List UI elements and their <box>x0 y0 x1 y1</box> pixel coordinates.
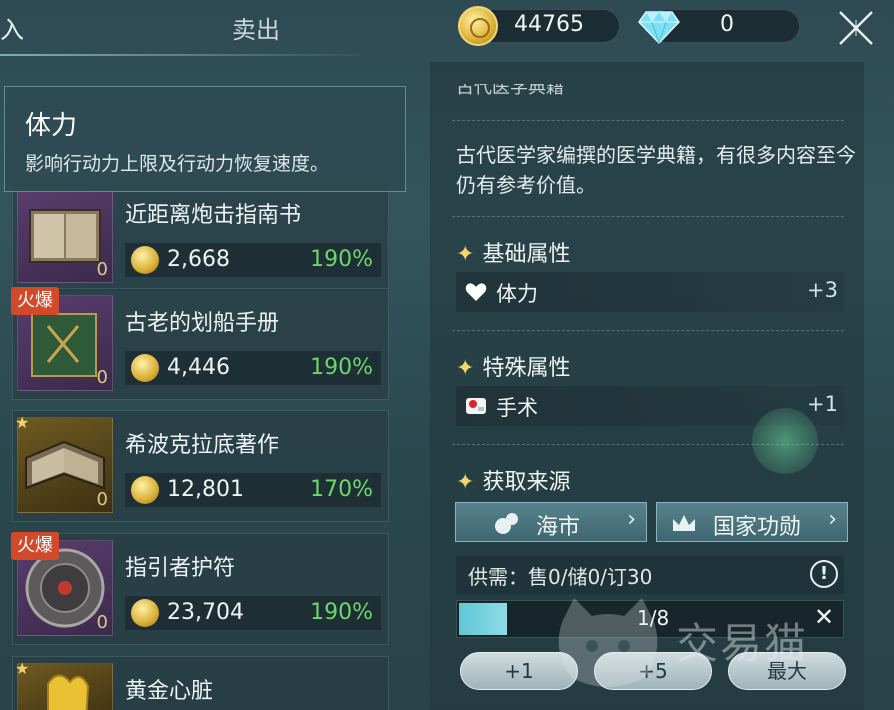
attr-value: +1 <box>807 392 838 416</box>
attr-value: +3 <box>807 278 838 302</box>
base-attr-row[interactable]: 体力 +3 <box>456 272 844 312</box>
gem-value: 0 <box>720 12 734 37</box>
coin-icon <box>131 476 159 504</box>
divider <box>452 216 844 217</box>
star-icon: ★ <box>15 659 30 678</box>
list-item[interactable]: ★ 黄金心脏 <box>12 656 389 710</box>
price-row: 2,668 190% <box>125 243 381 277</box>
source-label: 国家功勋 <box>713 515 802 540</box>
item-name: 黄金心脏 <box>125 679 214 704</box>
book-thumbnail: 0 <box>17 417 113 513</box>
tab-buy[interactable]: 入 <box>0 10 24 45</box>
coin-icon <box>131 599 159 627</box>
source-market-button[interactable]: 海市 › <box>455 502 647 542</box>
tooltip-description: 影响行动力上限及行动力恢复速度。 <box>25 153 330 175</box>
list-item[interactable]: 0 火爆 古老的划船手册 4,446 190% <box>11 287 389 400</box>
source-title: ✦ 获取来源 <box>456 470 571 495</box>
item-description: 古代医学家编撰的医学典籍，有很多内容至今仍有参考价值。 <box>456 143 856 197</box>
item-count: 0 <box>96 367 108 388</box>
attribute-tooltip: 体力 影响行动力上限及行动力恢复速度。 <box>4 86 406 192</box>
surgery-icon <box>466 398 486 414</box>
price-row: 12,801 170% <box>125 473 381 507</box>
star-icon: ★ <box>15 413 30 432</box>
list-item[interactable]: 0 近距离炮击指南书 2,668 190% <box>12 180 389 292</box>
supply-text: 供需：售0/储0/订30 <box>468 565 653 589</box>
item-percent: 190% <box>310 600 373 625</box>
close-icon[interactable] <box>836 8 876 48</box>
list-item[interactable]: 0 ★ 希波克拉底著作 12,801 170% <box>12 410 389 522</box>
price-row: 23,704 190% <box>125 596 381 630</box>
item-price: 4,446 <box>167 355 230 380</box>
coin-icon <box>458 6 498 46</box>
item-title-cut: 古代医学典籍 <box>456 84 564 98</box>
tab-sell[interactable]: 卖出 <box>232 10 280 45</box>
tab-underline <box>0 54 360 56</box>
diamond-icon <box>638 11 680 44</box>
item-name: 古老的划船手册 <box>125 311 280 336</box>
coin-icon <box>131 246 159 274</box>
crown-icon <box>673 515 695 531</box>
hot-badge: 火爆 <box>11 532 59 560</box>
coin-value: 44765 <box>514 12 584 37</box>
base-attr-title: ✦ 基础属性 <box>456 242 571 267</box>
sparkle-icon: ✦ <box>456 356 475 381</box>
attr-label: 手术 <box>496 396 538 420</box>
heart-icon <box>465 283 487 301</box>
hot-badge: 火爆 <box>11 287 59 315</box>
supply-demand-row: 供需：售0/储0/订30 ! <box>456 556 844 594</box>
item-name: 希波克拉底著作 <box>125 433 280 458</box>
item-count: 0 <box>96 612 108 633</box>
tooltip-title: 体力 <box>25 111 78 141</box>
watermark-cat-logo <box>558 598 658 687</box>
sparkle-icon: ✦ <box>456 242 475 267</box>
sparkle-icon: ✦ <box>456 470 475 495</box>
item-count: 0 <box>96 489 108 510</box>
item-percent: 170% <box>310 477 373 502</box>
attr-label: 体力 <box>496 282 538 306</box>
coin-icon <box>131 354 159 382</box>
glow-effect <box>752 408 818 474</box>
divider <box>452 120 844 121</box>
divider <box>452 444 844 445</box>
watermark-text: 交易猫 <box>676 619 809 668</box>
source-label: 海市 <box>536 515 581 540</box>
clear-quantity-icon[interactable]: ✕ <box>809 603 839 633</box>
list-item[interactable]: 0 火爆 指引者护符 23,704 190% <box>11 532 389 645</box>
item-percent: 190% <box>310 355 373 380</box>
item-price: 23,704 <box>167 600 244 625</box>
special-attr-title: ✦ 特殊属性 <box>456 356 571 381</box>
golden-heart-icon <box>47 674 90 710</box>
item-count: 0 <box>96 259 108 280</box>
item-name: 指引者护符 <box>125 556 236 581</box>
book-thumbnail: 0 <box>17 187 113 283</box>
item-price: 12,801 <box>167 477 244 502</box>
chevron-right-icon: › <box>828 507 837 532</box>
chevron-right-icon: › <box>627 507 636 532</box>
item-price: 2,668 <box>167 247 230 272</box>
price-row: 4,446 190% <box>125 351 381 385</box>
item-percent: 190% <box>310 247 373 272</box>
item-name: 近距离炮击指南书 <box>125 203 302 228</box>
heart-thumbnail <box>17 663 113 710</box>
market-icon <box>495 513 518 534</box>
divider <box>452 330 844 331</box>
quantity-fill <box>459 603 507 635</box>
info-icon[interactable]: ! <box>810 560 838 588</box>
source-merit-button[interactable]: 国家功勋 › <box>656 502 848 542</box>
